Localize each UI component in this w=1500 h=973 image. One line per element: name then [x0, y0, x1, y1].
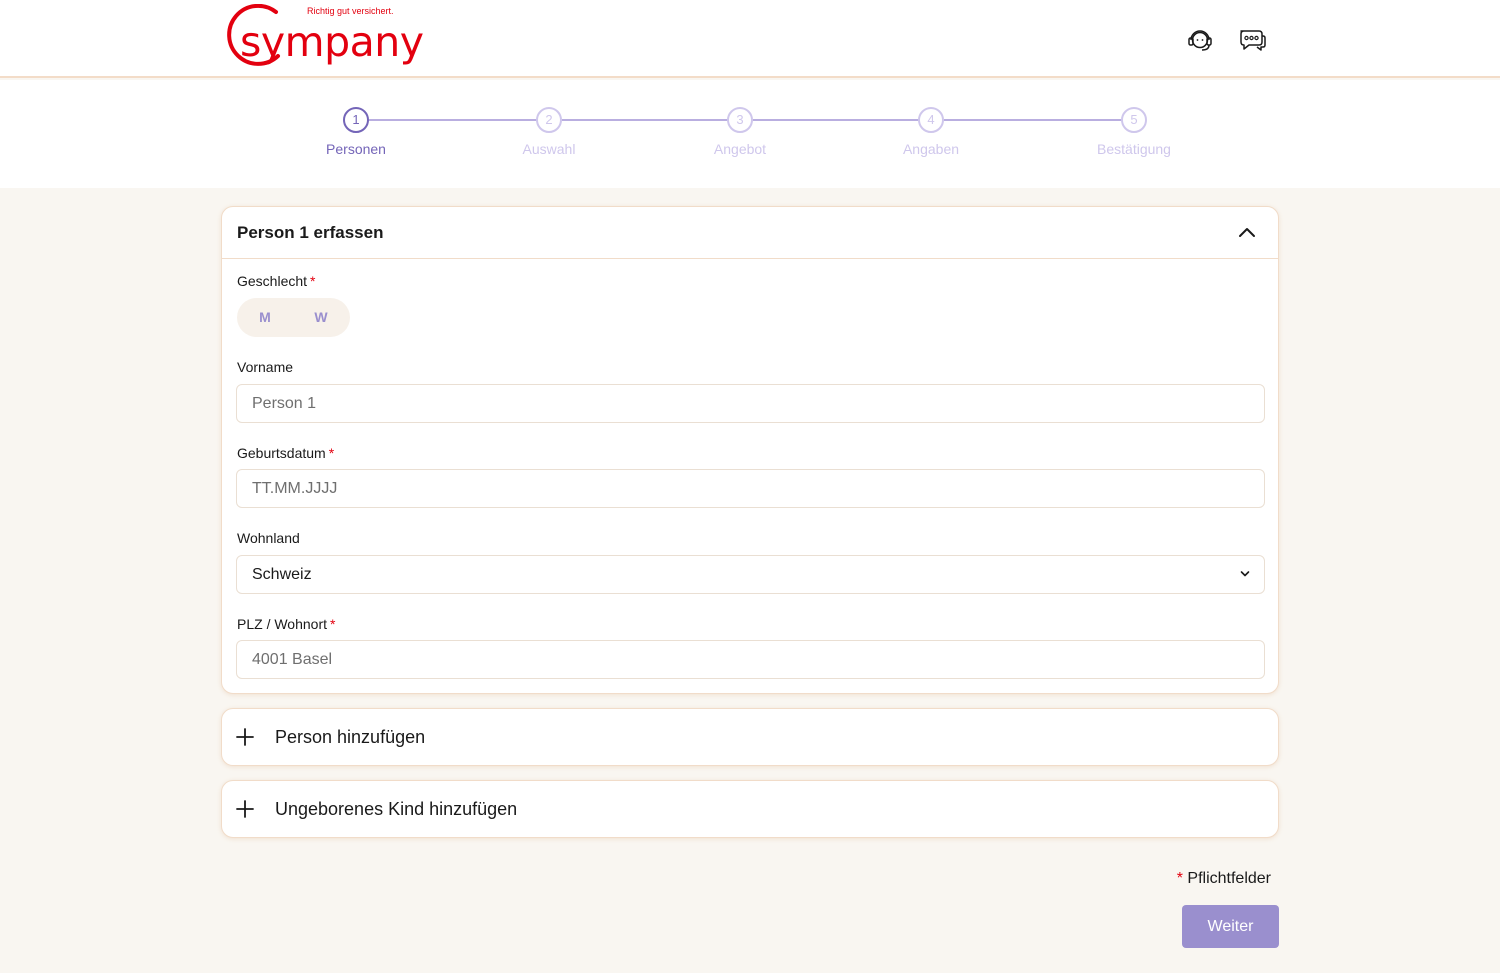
logo-wordmark: sympany	[240, 18, 424, 66]
gender-female-button[interactable]: W	[296, 298, 346, 337]
step-label: Bestätigung	[1097, 141, 1171, 157]
required-marker: *	[330, 616, 336, 632]
first-name-input[interactable]	[236, 384, 1265, 423]
required-marker: *	[1176, 870, 1183, 887]
add-unborn-child-label: Ungeborenes Kind hinzufügen	[275, 799, 518, 819]
step-number: 1	[343, 107, 369, 133]
gender-male-button[interactable]: M	[240, 298, 290, 337]
chevron-down-icon	[1240, 571, 1250, 577]
step-number: 4	[918, 107, 944, 133]
step-number: 3	[727, 107, 753, 133]
gender-label: Geschlecht *	[237, 273, 316, 289]
country-selected-value: Schweiz	[252, 566, 312, 583]
next-button[interactable]: Weiter	[1182, 905, 1279, 948]
step-angebot: 3 Angebot	[680, 107, 800, 157]
sympany-logo[interactable]: Richtig gut versichert. sympany	[220, 4, 424, 70]
person-form-card: Person 1 erfassen Geschlecht * M W Vornam…	[221, 206, 1279, 694]
step-number: 5	[1121, 107, 1147, 133]
country-label: Wohnland	[237, 530, 300, 546]
progress-stepper: 1 Personen 2 Auswahl 3 Angebot 4 Angaben…	[0, 80, 1500, 188]
site-header: Richtig gut versichert. sympany	[0, 0, 1500, 78]
add-unborn-child-button[interactable]: Ungeborenes Kind hinzufügen	[221, 780, 1279, 838]
step-number: 2	[536, 107, 562, 133]
country-select[interactable]: Schweiz	[236, 555, 1265, 594]
add-person-button[interactable]: Person hinzufügen	[221, 708, 1279, 766]
zip-city-label: PLZ / Wohnort *	[237, 616, 336, 632]
step-angaben: 4 Angaben	[871, 107, 991, 157]
step-auswahl: 2 Auswahl	[489, 107, 609, 157]
chevron-up-icon[interactable]	[1238, 226, 1256, 238]
required-marker: *	[328, 445, 335, 461]
step-label: Angaben	[902, 141, 960, 157]
step-label: Angebot	[713, 141, 767, 157]
step-personen: 1 Personen	[296, 107, 416, 157]
zip-city-input[interactable]	[236, 640, 1265, 679]
first-name-label: Vorname	[237, 359, 294, 375]
gender-toggle: M W	[237, 298, 350, 337]
step-bestaetigung: 5 Bestätigung	[1074, 107, 1194, 157]
birthdate-label: Geburtsdatum *	[237, 445, 335, 461]
person-card-header[interactable]: Person 1 erfassen	[222, 207, 1278, 259]
required-fields-note: * Pflichtfelder	[1176, 870, 1271, 887]
plus-icon	[236, 800, 254, 818]
birthdate-input[interactable]	[236, 469, 1265, 508]
required-marker: *	[310, 273, 316, 289]
add-person-label: Person hinzufügen	[275, 727, 426, 747]
person-card-title: Person 1 erfassen	[237, 223, 384, 242]
plus-icon	[236, 728, 254, 746]
step-label: Personen	[326, 141, 386, 157]
support-headset-icon[interactable]	[1185, 25, 1215, 55]
step-label: Auswahl	[522, 141, 576, 157]
chat-bubbles-icon[interactable]	[1237, 25, 1267, 55]
logo-tagline: Richtig gut versichert.	[307, 6, 394, 16]
